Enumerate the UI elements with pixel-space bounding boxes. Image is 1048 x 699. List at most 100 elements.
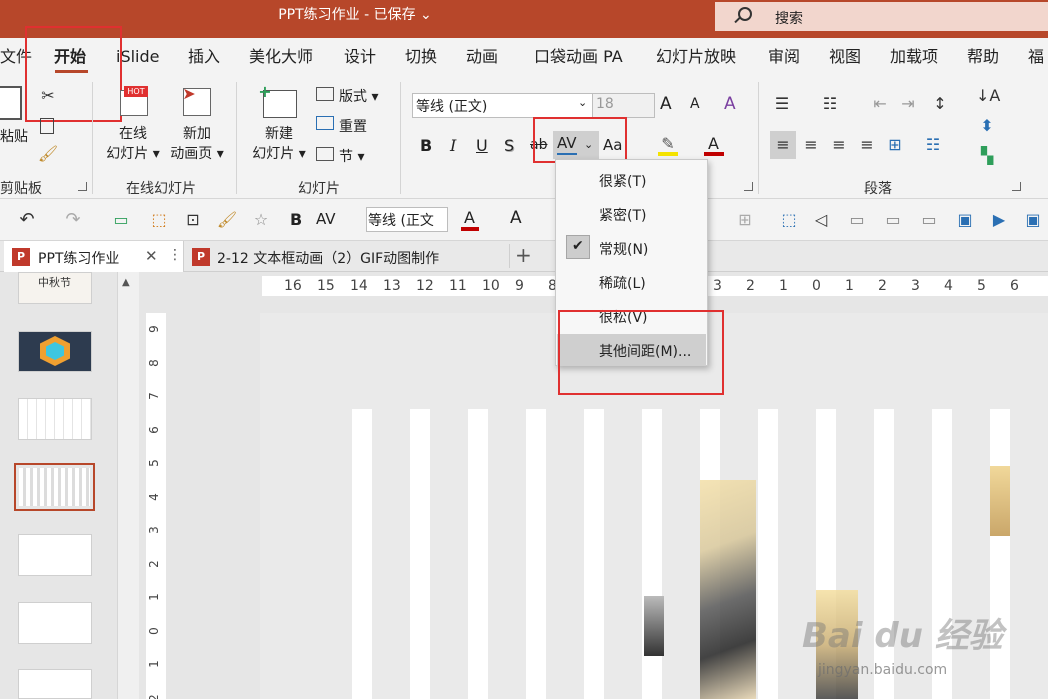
smartart-icon[interactable]: ▚ [976,146,998,166]
search-box[interactable] [715,2,1048,31]
tab-animations[interactable]: 动画 [466,46,498,68]
new-animation-page-label-2[interactable]: 动画页 ▾ [164,144,230,164]
font-launcher-icon[interactable] [744,182,753,191]
star-icon[interactable]: ☆ [250,210,272,230]
qat-font-color-button[interactable]: A [464,208,475,227]
qat-grow-font-button[interactable]: A [510,208,522,228]
section-label[interactable]: 节 ▾ [339,146,364,166]
menu-item-tight[interactable]: 紧密(T) [599,205,646,225]
tab-view[interactable]: 视图 [829,46,861,68]
increase-indent-icon[interactable]: ⇥ [896,94,920,114]
align-right-icon[interactable]: ≡ [828,135,850,155]
close-icon[interactable]: ✕ [145,247,158,265]
slide-thumbnail-4 [19,468,90,506]
numbering-icon[interactable]: ☷ [818,94,842,114]
new-animation-page-label-1[interactable]: 新加 [164,124,230,144]
hruler-number: 3 [911,278,920,294]
tab-more[interactable]: 福 [1028,46,1044,68]
audio-icon[interactable]: ▣ [1022,210,1044,230]
undo-icon[interactable]: ↶ [16,210,38,230]
italic-button[interactable]: I [450,136,456,155]
columns-icon[interactable]: ☷ [920,135,946,155]
online-slides-label-1[interactable]: 在线 [100,124,166,144]
slide-thumbnail-5[interactable] [18,534,92,576]
video-icon[interactable]: ▶ [988,210,1010,230]
triangle-icon[interactable]: ◁ [810,210,832,230]
add-tab-button[interactable]: + [515,243,532,267]
textbox-icon[interactable]: ▣ [954,210,976,230]
tab-slideshow[interactable]: 幻灯片放映 [656,46,736,68]
layout-label[interactable]: 版式 ▾ [339,86,378,106]
format-painter-icon[interactable]: 🖌 [216,210,238,230]
frame-icon-1[interactable]: ▭ [846,210,868,230]
bold-button[interactable]: B [420,136,432,155]
qat-bold-button[interactable]: B [290,210,302,229]
tab-beautify[interactable]: 美化大师 [249,46,313,68]
new-slide-label-2[interactable]: 幻灯片 ▾ [246,144,312,164]
copy-icon[interactable] [40,118,54,134]
frame-icon-2[interactable]: ▭ [882,210,904,230]
plus-icon: + [258,82,272,101]
tab-review[interactable]: 审阅 [768,46,800,68]
slide-thumbnail-6[interactable] [18,602,92,644]
text-direction-icon[interactable]: ↓A [976,86,1000,106]
redo-icon[interactable]: ↷ [62,210,84,230]
select-icon[interactable]: ⬚ [778,210,800,230]
shadow-button[interactable]: S [504,136,514,155]
online-slides-label-2[interactable]: 幻灯片 ▾ [100,144,166,164]
font-color-button[interactable]: A [708,134,719,153]
justify-icon[interactable]: ≡ [856,135,878,155]
paragraph-launcher-icon[interactable] [1012,182,1021,191]
tab-pocket-animation[interactable]: 口袋动画 PA [534,46,623,68]
scroll-up-icon[interactable]: ▲ [122,277,130,288]
section-icon[interactable] [316,147,334,161]
hruler-number: 2 [878,278,887,294]
clipboard-launcher-icon[interactable] [78,182,87,191]
format-painter-icon[interactable]: 🖌 [37,144,59,164]
qat-font-value: 等线 (正文) [368,213,434,229]
new-slide-label-1[interactable]: 新建 [246,124,312,144]
underline-button[interactable]: U [476,136,488,155]
tab-insert[interactable]: 插入 [188,46,220,68]
menu-item-normal[interactable]: 常规(N) [599,239,648,259]
grid-icon[interactable]: ⊞ [734,210,756,230]
chevron-down-icon[interactable]: ⌄ [578,96,587,109]
cut-icon[interactable]: ✂ [38,86,58,106]
highlighter-icon[interactable]: ✎ [658,134,678,154]
more-icon[interactable]: ⋮ [168,247,182,263]
tab-islide[interactable]: iSlide [116,46,160,68]
doc-tab-label[interactable]: 2-12 文本框动画（2）GIF动图制作 [217,248,439,268]
layout-icon[interactable] [316,87,334,101]
thumbnail-scrollbar[interactable] [117,272,139,699]
clear-format-icon[interactable]: A [724,94,736,114]
slide-icon[interactable]: ▭ [110,210,132,230]
grow-font-icon[interactable]: A [660,94,672,114]
bullets-icon[interactable]: ☰ [770,94,794,114]
decrease-indent-icon[interactable]: ⇤ [868,94,892,114]
menu-item-very-tight[interactable]: 很紧(T) [599,171,646,191]
reset-icon[interactable] [316,116,334,130]
hruler-number: 1 [779,278,788,294]
paste-icon[interactable] [0,86,22,120]
tab-transitions[interactable]: 切换 [405,46,437,68]
qat-spacing-button[interactable]: AV [316,210,336,228]
frame-icon-3[interactable]: ▭ [918,210,940,230]
hruler-number: 16 [284,278,302,294]
present-icon[interactable]: ⊡ [182,210,204,230]
tab-help[interactable]: 帮助 [967,46,999,68]
tab-addins[interactable]: 加载项 [890,46,938,68]
line-spacing-icon[interactable]: ↕ [928,94,952,114]
shape-icon[interactable]: ⬚ [148,210,170,230]
reset-label[interactable]: 重置 [339,116,367,136]
align-text-icon[interactable]: ⬍ [976,116,998,136]
align-center-icon[interactable]: ≡ [800,135,822,155]
shrink-font-icon[interactable]: A [690,96,700,112]
menu-item-loose[interactable]: 稀疏(L) [599,273,646,293]
doc-tab-active-label[interactable]: PPT练习作业 [38,248,119,268]
watermark-brand: Bai du 经验 [802,616,1003,656]
distributed-icon[interactable]: ⊞ [884,135,906,155]
paste-label[interactable]: 粘贴 [0,126,28,146]
slide-thumbnail-7[interactable] [18,669,92,699]
tab-design[interactable]: 设计 [344,46,376,68]
slide-thumbnail-3[interactable] [18,398,92,440]
